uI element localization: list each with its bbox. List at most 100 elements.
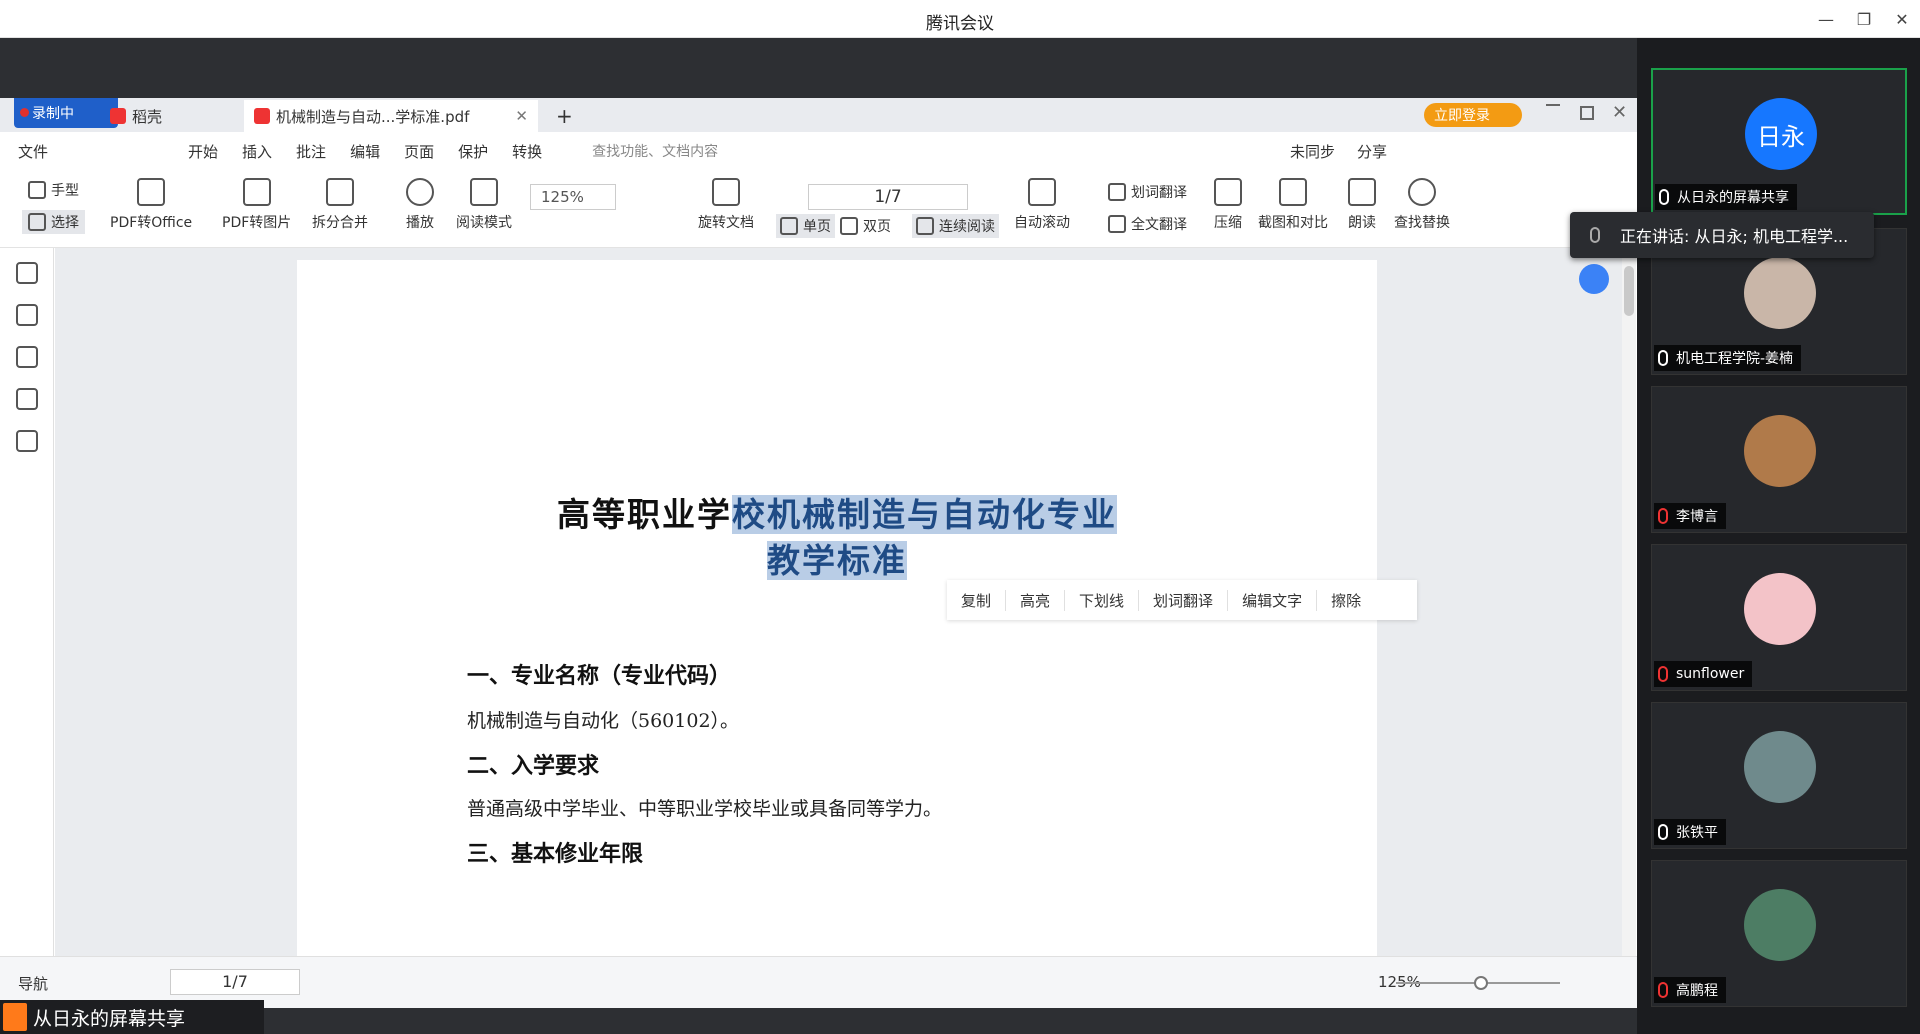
screenshot-icon bbox=[1279, 178, 1307, 206]
nav-toggle[interactable]: 导航 bbox=[18, 973, 48, 994]
share-person-icon bbox=[3, 1003, 27, 1031]
new-tab-button[interactable]: + bbox=[546, 100, 583, 132]
pdf-to-image-button[interactable]: PDF转图片 bbox=[222, 178, 291, 232]
tool-label: 朗读 bbox=[1348, 215, 1376, 231]
participant-tile[interactable]: 李博言 bbox=[1651, 386, 1907, 533]
signature-icon[interactable] bbox=[16, 430, 38, 452]
pdf-to-office-button[interactable]: PDF转Office bbox=[110, 178, 192, 232]
screenshot-compare-button[interactable]: 截图和对比 bbox=[1258, 178, 1328, 232]
paragraph-1: 机械制造与自动化（560102）。 bbox=[467, 710, 740, 732]
edit-text-button[interactable]: 编辑文字 bbox=[1228, 589, 1318, 611]
section-heading-3: 三、基本修业年限 bbox=[467, 841, 644, 867]
page-input[interactable]: 1/7 bbox=[808, 184, 968, 210]
tool-label: 手型 bbox=[51, 183, 79, 199]
participant-name: 张铁平 bbox=[1654, 819, 1726, 845]
status-page-input[interactable]: 1/7 bbox=[170, 969, 300, 995]
participant-name-label: 张铁平 bbox=[1676, 825, 1718, 841]
vertical-scrollbar[interactable] bbox=[1622, 248, 1636, 956]
search-input[interactable]: 查找功能、文档内容 bbox=[592, 141, 718, 161]
participant-name: sunflower bbox=[1654, 661, 1753, 687]
close-button[interactable]: ✕ bbox=[1884, 0, 1920, 38]
participant-tile[interactable]: 高鹏程 bbox=[1651, 860, 1907, 1007]
participant-name: 机电工程学院-姜楠 bbox=[1654, 345, 1802, 371]
login-button[interactable]: 立即登录 bbox=[1424, 103, 1522, 127]
minimize-button[interactable]: — bbox=[1808, 0, 1844, 38]
menu-protect[interactable]: 保护 bbox=[458, 141, 488, 162]
zoom-slider-handle[interactable] bbox=[1474, 976, 1488, 990]
word-translate-button[interactable]: 划词翻译 bbox=[1108, 182, 1187, 202]
highlight-button[interactable]: 高亮 bbox=[1006, 589, 1066, 611]
participant-name: 高鹏程 bbox=[1654, 977, 1726, 1003]
play-button[interactable]: 播放 bbox=[406, 178, 434, 232]
menu-annotate[interactable]: 批注 bbox=[296, 141, 326, 162]
avatar bbox=[1744, 731, 1816, 803]
auto-scroll-button[interactable]: 自动滚动 bbox=[1014, 178, 1070, 232]
copy-button[interactable]: 复制 bbox=[947, 589, 1007, 611]
split-merge-button[interactable]: 拆分合并 bbox=[312, 178, 368, 232]
participant-name: 李博言 bbox=[1654, 503, 1726, 529]
speaking-label: 正在讲话: 从日永; 机电工程学... bbox=[1620, 227, 1849, 246]
wps-close-icon[interactable]: ✕ bbox=[1612, 102, 1627, 123]
share-button[interactable]: 分享 bbox=[1357, 141, 1387, 162]
find-replace-button[interactable]: 查找替换 bbox=[1394, 178, 1450, 232]
single-page-button[interactable]: 单页 bbox=[776, 214, 835, 238]
tool-label: 单页 bbox=[803, 219, 831, 235]
tool-label: 划词翻译 bbox=[1131, 185, 1187, 201]
doc-title-selected[interactable]: 教学标准 bbox=[767, 541, 907, 580]
docer-icon bbox=[110, 108, 126, 124]
attachment-icon[interactable] bbox=[16, 388, 38, 410]
title-bar: 腾讯会议 — ❐ ✕ bbox=[0, 0, 1920, 38]
compress-button[interactable]: 压缩 bbox=[1214, 178, 1242, 232]
underline-button[interactable]: 下划线 bbox=[1065, 589, 1140, 611]
read-aloud-button[interactable]: 朗读 bbox=[1348, 178, 1376, 232]
tab-docer[interactable]: 稻壳 bbox=[100, 100, 240, 132]
menu-file[interactable]: 文件 bbox=[18, 141, 48, 162]
tab-pdf[interactable]: 机械制造与自动...学标准.pdf ✕ bbox=[244, 100, 538, 132]
tool-label: PDF转图片 bbox=[222, 215, 292, 231]
maximize-button[interactable]: ❐ bbox=[1846, 0, 1882, 38]
menu-edit[interactable]: 编辑 bbox=[350, 141, 380, 162]
doc-title-selected[interactable]: 校机械制造与自动化专业 bbox=[732, 495, 1117, 534]
double-page-button[interactable]: 双页 bbox=[840, 216, 891, 236]
selection-context-menu: 复制 高亮 下划线 划词翻译 编辑文字 擦除 bbox=[947, 580, 1417, 620]
double-page-icon bbox=[840, 217, 858, 235]
menu-page[interactable]: 页面 bbox=[404, 141, 434, 162]
participant-tile[interactable]: 日永 从日永的屏幕共享 bbox=[1651, 68, 1907, 215]
participant-tile[interactable]: sunflower bbox=[1651, 544, 1907, 691]
doc-title-plain: 高等职业学 bbox=[557, 495, 732, 534]
mic-icon bbox=[1658, 824, 1668, 840]
hand-tool[interactable]: 手型 bbox=[28, 180, 79, 200]
scroll-thumb[interactable] bbox=[1624, 266, 1634, 316]
tab-close-icon[interactable]: ✕ bbox=[515, 107, 528, 125]
thumbnail-icon[interactable] bbox=[16, 304, 38, 326]
zoom-select[interactable]: 125% bbox=[530, 184, 616, 210]
hand-icon bbox=[28, 181, 46, 199]
wps-window: 首页 录制中 稻壳 机械制造与自动...学标准.pdf✕ + 立即登录 ✕ 文件… bbox=[0, 98, 1637, 1008]
bookmark-icon[interactable] bbox=[16, 262, 38, 284]
tab-label: 稻壳 bbox=[132, 107, 163, 126]
select-tool[interactable]: 选择 bbox=[22, 210, 85, 234]
erase-button[interactable]: 擦除 bbox=[1317, 590, 1375, 611]
reading-mode-button[interactable]: 阅读模式 bbox=[456, 178, 512, 232]
floating-tool-icon[interactable] bbox=[1579, 264, 1609, 294]
wps-minimize-icon[interactable] bbox=[1546, 104, 1560, 106]
pdf-page: 高等职业学校机械制造与自动化专业 教学标准 复制 高亮 下划线 划词翻译 编辑文… bbox=[297, 260, 1417, 956]
participant-tile[interactable]: 张铁平 bbox=[1651, 702, 1907, 849]
wps-restore-icon[interactable] bbox=[1580, 106, 1594, 120]
recording-label: 录制中 bbox=[32, 106, 74, 122]
full-translate-button[interactable]: 全文翻译 bbox=[1108, 214, 1187, 234]
menu-convert[interactable]: 转换 bbox=[512, 141, 542, 162]
comment-icon[interactable] bbox=[16, 346, 38, 368]
continuous-read-button[interactable]: 连续阅读 bbox=[912, 214, 999, 238]
avatar bbox=[1744, 889, 1816, 961]
sync-status[interactable]: 未同步 bbox=[1290, 141, 1335, 162]
tool-label: 自动滚动 bbox=[1014, 215, 1070, 231]
pdf-image-icon bbox=[242, 178, 271, 206]
menu-start[interactable]: 开始 bbox=[188, 141, 218, 162]
doc-title-line2: 教学标准 bbox=[297, 534, 1377, 582]
rotate-button[interactable]: 旋转文档 bbox=[698, 178, 754, 232]
section-heading-1: 一、专业名称（专业代码） bbox=[467, 663, 732, 689]
menu-insert[interactable]: 插入 bbox=[242, 141, 272, 162]
record-icon bbox=[20, 108, 29, 117]
translate-button[interactable]: 划词翻译 bbox=[1139, 589, 1229, 611]
